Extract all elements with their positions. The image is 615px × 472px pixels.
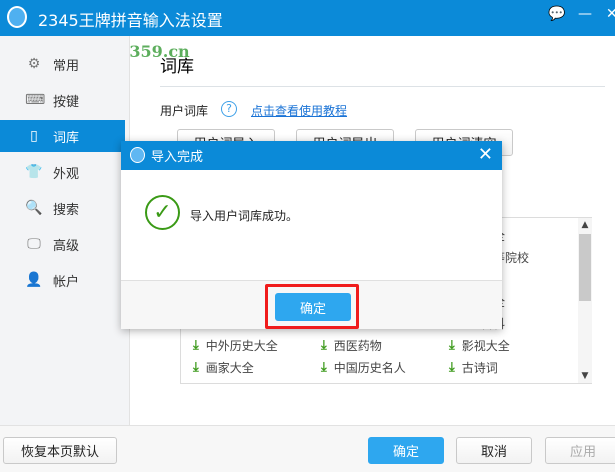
dialog-footer: 确定 [121,280,502,329]
scroll-thumb[interactable] [579,234,591,301]
dialog-message: 导入用户词库成功。 [190,209,299,223]
user-dict-label: 用户词库 [160,104,209,118]
close-button[interactable]: ✕ [606,6,615,22]
tutorial-link[interactable]: 点击查看使用教程 [251,102,347,119]
download-icon: ⤓ [321,360,327,375]
help-icon[interactable]: ? [221,101,237,117]
cancel-button[interactable]: 取消 [456,437,532,464]
keyboard-icon: ⌨ [25,92,46,108]
sidebar-item-label: 高级 [53,238,80,254]
sidebar-item-label: 外观 [53,166,80,182]
title-bar: 2345王牌拼音输入法设置 💬 — ✕ [0,0,615,36]
footer: 恢复本页默认 确定 取消 应用 [0,425,615,472]
download-icon: ⤓ [449,360,455,375]
sidebar-item-label: 常用 [53,58,80,74]
download-icon: ⤓ [321,338,327,353]
sidebar-item-label: 帐户 [53,274,80,290]
dialog-header: 导入完成 ✕ [121,141,502,170]
sidebar-item-3[interactable]: 👕 外观 [0,156,125,188]
list-item-label: 画家大全 [205,361,254,375]
sidebar-item-6[interactable]: 👤 帐户 [0,264,125,296]
apply-button[interactable]: 应用 [545,437,615,464]
import-complete-dialog: 导入完成 ✕ ✓ 导入用户词库成功。 确定 [121,141,502,329]
success-check-icon: ✓ [145,195,180,230]
sidebar-item-label: 词库 [53,130,80,146]
list-item-label: 中国历史名人 [333,361,406,375]
scrollbar[interactable]: ▲ ▼ [578,218,592,383]
user-icon: 👤 [25,272,43,288]
list-item-label: 影视大全 [461,339,510,353]
dialog-close-icon[interactable]: ✕ [478,144,493,165]
sidebar: ⚙ 常用 ⌨ 按键 ▯ 词库 👕 外观 🔍 搜索 🖵 高级 👤 帐户 [0,36,130,425]
monitor-icon: 🖵 [27,236,41,252]
download-icon: ⤓ [449,338,455,353]
list-item[interactable]: ⤓ 影视大全 [449,337,510,354]
sidebar-item-label: 搜索 [53,202,80,218]
list-item-label: 西医药物 [333,339,382,353]
app-logo-icon [130,147,145,163]
list-item[interactable]: ⤓ 西医药物 [321,337,382,354]
book-icon: ▯ [30,128,38,144]
sidebar-item-label: 按键 [53,94,80,110]
sidebar-item-4[interactable]: 🔍 搜索 [0,192,125,224]
window-title: 2345王牌拼音输入法设置 [38,11,223,30]
page-title: 词库 [160,57,194,77]
feedback-icon[interactable]: 💬 [548,6,565,22]
sidebar-item-2[interactable]: ▯ 词库 [0,120,125,152]
list-item-label: 古诗词 [461,361,498,375]
sidebar-item-5[interactable]: 🖵 高级 [0,228,125,260]
list-item[interactable]: ⤓ 古诗词 [449,359,498,376]
list-item[interactable]: ⤓ 画家大全 [193,359,254,376]
scroll-down-icon[interactable]: ▼ [578,371,592,381]
minimize-button[interactable]: — [578,6,592,22]
scroll-up-icon[interactable]: ▲ [578,220,592,230]
sidebar-item-1[interactable]: ⌨ 按键 [0,84,125,116]
divider [160,86,605,87]
gear-icon: ⚙ [27,56,41,72]
download-icon: ⤓ [193,338,199,353]
list-item[interactable]: ⤓ 中外历史大全 [193,337,278,354]
list-item[interactable]: ⤓ 中国历史名人 [321,359,406,376]
dialog-ok-button[interactable]: 确定 [275,293,351,321]
shirt-icon: 👕 [25,164,43,180]
search-icon: 🔍 [25,200,43,216]
app-logo-icon [7,6,27,28]
restore-defaults-button[interactable]: 恢复本页默认 [3,437,117,464]
dialog-title: 导入完成 [151,150,204,165]
download-icon: ⤓ [193,360,199,375]
list-item-label: 中外历史大全 [205,339,278,353]
ok-button[interactable]: 确定 [368,437,444,464]
sidebar-item-0[interactable]: ⚙ 常用 [0,48,125,80]
